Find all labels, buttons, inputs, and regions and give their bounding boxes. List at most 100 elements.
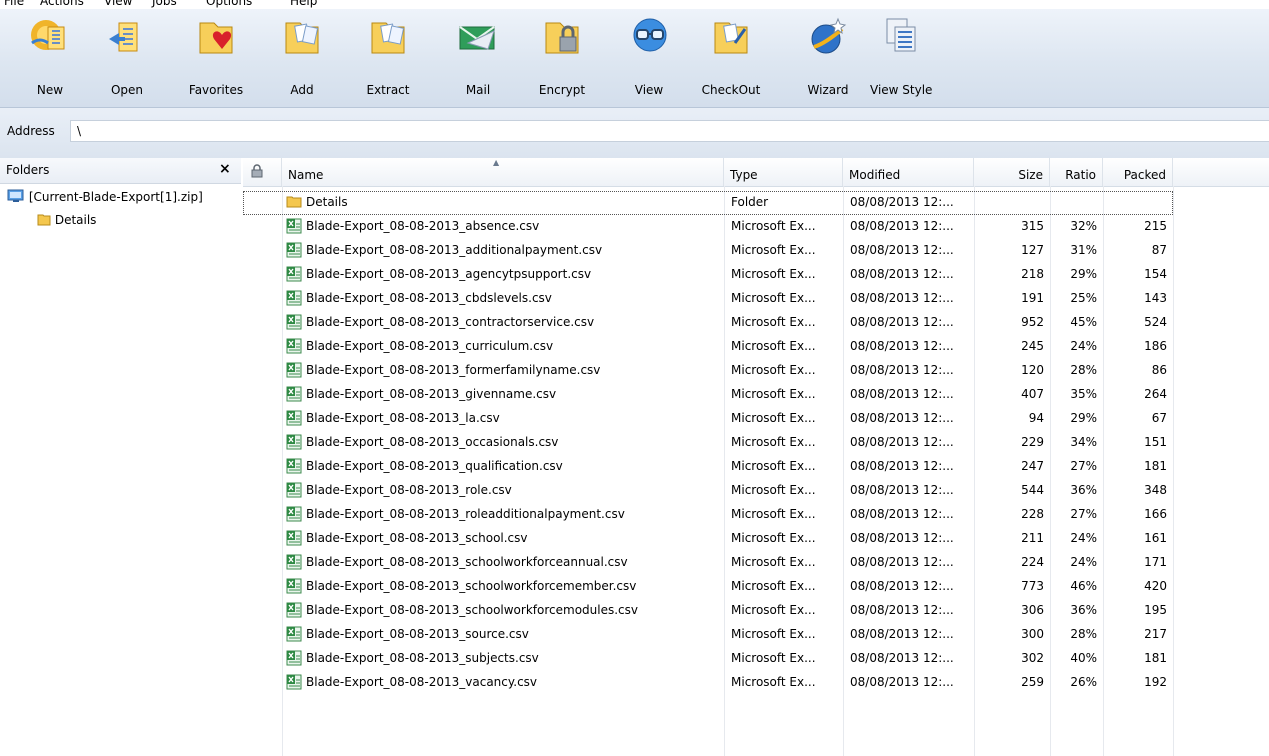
excel-csv-icon [286, 602, 302, 621]
wizard-button[interactable]: Wizard [800, 13, 856, 103]
file-modified: 08/08/2013 12:... [850, 363, 954, 377]
file-row[interactable]: Blade-Export_08-08-2013_subjects.csv Micr… [243, 647, 1173, 671]
file-row[interactable]: Blade-Export_08-08-2013_contractorservic… [243, 311, 1173, 335]
file-modified: 08/08/2013 12:... [850, 195, 954, 209]
file-type: Folder [731, 195, 769, 209]
file-row[interactable]: Blade-Export_08-08-2013_additionalpaymen… [243, 239, 1173, 263]
menu-bar: File Actions View Jobs Options Help [0, 0, 1269, 9]
file-ratio: 24% [1070, 339, 1097, 353]
file-ratio: 24% [1070, 531, 1097, 545]
encrypt-label: Encrypt [538, 83, 586, 97]
file-packed: 215 [1144, 219, 1167, 233]
tree-item-label: Details [54, 213, 97, 227]
toolbar: New Open Favorites Add Extract Mail Encr… [0, 9, 1269, 108]
file-name: Blade-Export_08-08-2013_curriculum.csv [306, 339, 554, 353]
file-row[interactable]: Blade-Export_08-08-2013_agencytpsupport.… [243, 263, 1173, 287]
encrypt-icon [545, 22, 579, 54]
file-ratio: 29% [1070, 267, 1097, 281]
file-size: 228 [1021, 507, 1044, 521]
file-row[interactable]: Blade-Export_08-08-2013_cbdslevels.csv Mi… [243, 287, 1173, 311]
extract-button[interactable]: Extract [362, 13, 414, 103]
file-modified: 08/08/2013 12:... [850, 411, 954, 425]
file-modified: 08/08/2013 12:... [850, 531, 954, 545]
mail-button[interactable]: Mail [454, 13, 502, 103]
file-ratio: 32% [1070, 219, 1097, 233]
file-size: 315 [1021, 219, 1044, 233]
file-name: Blade-Export_08-08-2013_vacancy.csv [306, 675, 538, 689]
checkout-button[interactable]: CheckOut [700, 13, 762, 103]
excel-csv-icon [286, 530, 302, 549]
new-icon [31, 20, 65, 50]
file-packed: 171 [1144, 555, 1167, 569]
col-attr[interactable] [243, 158, 282, 186]
file-packed: 143 [1144, 291, 1167, 305]
file-type: Microsoft Ex... [731, 411, 816, 425]
mail-icon [459, 26, 495, 50]
menu-view[interactable]: View [104, 0, 132, 8]
file-type: Microsoft Ex... [731, 219, 816, 233]
file-row[interactable]: Blade-Export_08-08-2013_role.csv Microsof… [243, 479, 1173, 503]
menu-file[interactable]: File [4, 0, 24, 8]
file-name: Blade-Export_08-08-2013_absence.csv [306, 219, 540, 233]
file-row[interactable]: Blade-Export_08-08-2013_la.csv Microsoft … [243, 407, 1173, 431]
file-size: 773 [1021, 579, 1044, 593]
file-row[interactable]: Blade-Export_08-08-2013_occasionals.csv M… [243, 431, 1173, 455]
col-type[interactable]: Type [724, 158, 843, 186]
file-name: Blade-Export_08-08-2013_source.csv [306, 627, 529, 641]
file-modified: 08/08/2013 12:... [850, 483, 954, 497]
file-ratio: 25% [1070, 291, 1097, 305]
file-packed: 166 [1144, 507, 1167, 521]
file-row[interactable]: Blade-Export_08-08-2013_formerfamilyname… [243, 359, 1173, 383]
col-modified[interactable]: Modified [843, 158, 974, 186]
file-size: 247 [1021, 459, 1044, 473]
col-name-label: Name [288, 168, 324, 182]
tree-item-zip-archive[interactable]: [Current-Blade-Export[1].zip] [7, 189, 203, 204]
file-type: Microsoft Ex... [731, 267, 816, 281]
col-packed[interactable]: Packed [1103, 158, 1173, 186]
menu-actions[interactable]: Actions [40, 0, 84, 8]
folder-icon [286, 194, 302, 211]
open-button[interactable]: Open [102, 13, 152, 103]
col-size[interactable]: Size [974, 158, 1050, 186]
file-row[interactable]: Blade-Export_08-08-2013_schoolworkforcea… [243, 551, 1173, 575]
file-size: 229 [1021, 435, 1044, 449]
file-packed: 154 [1144, 267, 1167, 281]
menu-options[interactable]: Options [206, 0, 252, 8]
tree-item-details[interactable]: Details [37, 212, 96, 227]
folder-row[interactable]: Details Folder 08/08/2013 12:... [243, 191, 1173, 215]
col-ratio-label: Ratio [1065, 168, 1096, 182]
menu-jobs[interactable]: Jobs [152, 0, 177, 8]
checkout-label: CheckOut [701, 83, 761, 97]
file-size: 259 [1021, 675, 1044, 689]
file-row[interactable]: Blade-Export_08-08-2013_roleadditionalpa… [243, 503, 1173, 527]
file-row[interactable]: Blade-Export_08-08-2013_school.csv Micros… [243, 527, 1173, 551]
new-button[interactable]: New [24, 13, 76, 103]
file-name: Details [306, 195, 348, 209]
favorites-button[interactable]: Favorites [186, 13, 246, 103]
file-row[interactable]: Blade-Export_08-08-2013_schoolworkforcem… [243, 599, 1173, 623]
file-row[interactable]: Blade-Export_08-08-2013_absence.csv Micro… [243, 215, 1173, 239]
file-row[interactable]: Blade-Export_08-08-2013_source.csv Micros… [243, 623, 1173, 647]
file-row[interactable]: Blade-Export_08-08-2013_vacancy.csv Micro… [243, 671, 1173, 695]
file-packed: 67 [1151, 411, 1167, 425]
file-row[interactable]: Blade-Export_08-08-2013_givenname.csv Mic… [243, 383, 1173, 407]
col-name[interactable]: Name ▲ [282, 158, 724, 186]
file-ratio: 40% [1070, 651, 1097, 665]
file-name: Blade-Export_08-08-2013_qualification.cs… [306, 459, 563, 473]
address-input[interactable] [70, 120, 1269, 142]
close-icon[interactable]: × [219, 161, 231, 177]
excel-csv-icon [286, 626, 302, 645]
view-style-button[interactable]: View Style [870, 13, 932, 103]
encrypt-button[interactable]: Encrypt [534, 13, 590, 103]
add-button[interactable]: Add [276, 13, 328, 103]
col-ratio[interactable]: Ratio [1050, 158, 1103, 186]
file-type: Microsoft Ex... [731, 435, 816, 449]
file-ratio: 28% [1070, 627, 1097, 641]
file-row[interactable]: Blade-Export_08-08-2013_qualification.cs… [243, 455, 1173, 479]
file-modified: 08/08/2013 12:... [850, 339, 954, 353]
file-row[interactable]: Blade-Export_08-08-2013_curriculum.csv Mi… [243, 335, 1173, 359]
file-row[interactable]: Blade-Export_08-08-2013_schoolworkforcem… [243, 575, 1173, 599]
view-button[interactable]: View [626, 13, 672, 103]
new-label: New [36, 83, 64, 97]
menu-help[interactable]: Help [290, 0, 317, 8]
